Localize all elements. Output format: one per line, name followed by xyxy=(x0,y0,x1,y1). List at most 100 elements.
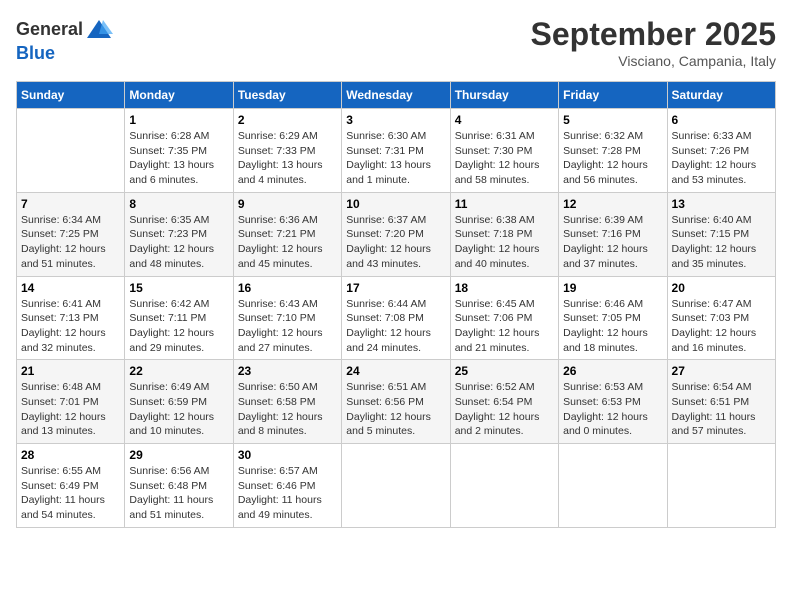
calendar-cell: 23 Sunrise: 6:50 AM Sunset: 6:58 PM Dayli… xyxy=(233,360,341,444)
calendar-cell: 5 Sunrise: 6:32 AM Sunset: 7:28 PM Daylig… xyxy=(559,109,667,193)
day-number: 6 xyxy=(672,113,771,127)
logo: General Blue xyxy=(16,16,113,64)
calendar-cell: 25 Sunrise: 6:52 AM Sunset: 6:54 PM Dayli… xyxy=(450,360,558,444)
day-info: Sunrise: 6:30 AM Sunset: 7:31 PM Dayligh… xyxy=(346,129,445,188)
day-info: Sunrise: 6:41 AM Sunset: 7:13 PM Dayligh… xyxy=(21,297,120,356)
calendar-cell: 7 Sunrise: 6:34 AM Sunset: 7:25 PM Daylig… xyxy=(17,192,125,276)
calendar-cell: 2Sunrise: 6:29 AM Sunset: 7:33 PM Daylig… xyxy=(233,109,341,193)
calendar-cell: 28Sunrise: 6:55 AM Sunset: 6:49 PM Dayli… xyxy=(17,444,125,528)
day-info: Sunrise: 6:53 AM Sunset: 6:53 PM Dayligh… xyxy=(563,380,662,439)
day-number: 2 xyxy=(238,113,337,127)
day-info: Sunrise: 6:54 AM Sunset: 6:51 PM Dayligh… xyxy=(672,380,771,439)
calendar-cell: 29 Sunrise: 6:56 AM Sunset: 6:48 PM Dayli… xyxy=(125,444,233,528)
day-number: 24 xyxy=(346,364,445,378)
day-info: Sunrise: 6:51 AM Sunset: 6:56 PM Dayligh… xyxy=(346,380,445,439)
day-number: 30 xyxy=(238,448,337,462)
calendar-cell: 10Sunrise: 6:37 AM Sunset: 7:20 PM Dayli… xyxy=(342,192,450,276)
day-number: 13 xyxy=(672,197,771,211)
day-info: Sunrise: 6:49 AM Sunset: 6:59 PM Dayligh… xyxy=(129,380,228,439)
calendar-cell: 6 Sunrise: 6:33 AM Sunset: 7:26 PM Daylig… xyxy=(667,109,775,193)
day-info: Sunrise: 6:55 AM Sunset: 6:49 PM Dayligh… xyxy=(21,464,120,523)
day-info: Sunrise: 6:42 AM Sunset: 7:11 PM Dayligh… xyxy=(129,297,228,356)
calendar-cell: 4 Sunrise: 6:31 AM Sunset: 7:30 PM Daylig… xyxy=(450,109,558,193)
day-info: Sunrise: 6:43 AM Sunset: 7:10 PM Dayligh… xyxy=(238,297,337,356)
calendar-cell: 30Sunrise: 6:57 AM Sunset: 6:46 PM Dayli… xyxy=(233,444,341,528)
day-info: Sunrise: 6:34 AM Sunset: 7:25 PM Dayligh… xyxy=(21,213,120,272)
day-number: 11 xyxy=(455,197,554,211)
day-number: 25 xyxy=(455,364,554,378)
calendar-cell: 21 Sunrise: 6:48 AM Sunset: 7:01 PM Dayli… xyxy=(17,360,125,444)
day-info: Sunrise: 6:48 AM Sunset: 7:01 PM Dayligh… xyxy=(21,380,120,439)
calendar-cell xyxy=(17,109,125,193)
weekday-header-sunday: Sunday xyxy=(17,82,125,109)
day-number: 29 xyxy=(129,448,228,462)
day-number: 16 xyxy=(238,281,337,295)
location: Visciano, Campania, Italy xyxy=(531,53,776,69)
calendar-week-row: 14 Sunrise: 6:41 AM Sunset: 7:13 PM Dayli… xyxy=(17,276,776,360)
calendar-cell xyxy=(559,444,667,528)
calendar-cell: 8Sunrise: 6:35 AM Sunset: 7:23 PM Daylig… xyxy=(125,192,233,276)
weekday-header-saturday: Saturday xyxy=(667,82,775,109)
day-info: Sunrise: 6:38 AM Sunset: 7:18 PM Dayligh… xyxy=(455,213,554,272)
day-number: 5 xyxy=(563,113,662,127)
day-number: 26 xyxy=(563,364,662,378)
weekday-header-tuesday: Tuesday xyxy=(233,82,341,109)
logo-general: General xyxy=(16,20,83,40)
calendar-cell: 24 Sunrise: 6:51 AM Sunset: 6:56 PM Dayli… xyxy=(342,360,450,444)
day-number: 27 xyxy=(672,364,771,378)
title-block: September 2025 Visciano, Campania, Italy xyxy=(531,16,776,69)
day-info: Sunrise: 6:50 AM Sunset: 6:58 PM Dayligh… xyxy=(238,380,337,439)
calendar-cell: 19 Sunrise: 6:46 AM Sunset: 7:05 PM Dayli… xyxy=(559,276,667,360)
day-number: 9 xyxy=(238,197,337,211)
day-info: Sunrise: 6:40 AM Sunset: 7:15 PM Dayligh… xyxy=(672,213,771,272)
calendar-cell: 9 Sunrise: 6:36 AM Sunset: 7:21 PM Daylig… xyxy=(233,192,341,276)
calendar-cell: 15Sunrise: 6:42 AM Sunset: 7:11 PM Dayli… xyxy=(125,276,233,360)
day-number: 17 xyxy=(346,281,445,295)
weekday-header-row: SundayMondayTuesdayWednesdayThursdayFrid… xyxy=(17,82,776,109)
calendar-cell xyxy=(450,444,558,528)
day-info: Sunrise: 6:46 AM Sunset: 7:05 PM Dayligh… xyxy=(563,297,662,356)
calendar-cell: 12 Sunrise: 6:39 AM Sunset: 7:16 PM Dayli… xyxy=(559,192,667,276)
day-number: 12 xyxy=(563,197,662,211)
calendar-cell: 1 Sunrise: 6:28 AM Sunset: 7:35 PM Daylig… xyxy=(125,109,233,193)
month-title: September 2025 xyxy=(531,16,776,53)
day-number: 18 xyxy=(455,281,554,295)
calendar-cell: 26 Sunrise: 6:53 AM Sunset: 6:53 PM Dayli… xyxy=(559,360,667,444)
day-info: Sunrise: 6:39 AM Sunset: 7:16 PM Dayligh… xyxy=(563,213,662,272)
day-info: Sunrise: 6:31 AM Sunset: 7:30 PM Dayligh… xyxy=(455,129,554,188)
logo-blue: Blue xyxy=(16,44,113,64)
day-number: 19 xyxy=(563,281,662,295)
day-number: 1 xyxy=(129,113,228,127)
day-number: 23 xyxy=(238,364,337,378)
day-info: Sunrise: 6:47 AM Sunset: 7:03 PM Dayligh… xyxy=(672,297,771,356)
logo-icon xyxy=(85,16,113,44)
page-header: General Blue September 2025 Visciano, Ca… xyxy=(16,16,776,69)
day-number: 21 xyxy=(21,364,120,378)
day-number: 4 xyxy=(455,113,554,127)
day-info: Sunrise: 6:28 AM Sunset: 7:35 PM Dayligh… xyxy=(129,129,228,188)
calendar-cell: 17Sunrise: 6:44 AM Sunset: 7:08 PM Dayli… xyxy=(342,276,450,360)
calendar-week-row: 7 Sunrise: 6:34 AM Sunset: 7:25 PM Daylig… xyxy=(17,192,776,276)
day-info: Sunrise: 6:36 AM Sunset: 7:21 PM Dayligh… xyxy=(238,213,337,272)
calendar-cell xyxy=(342,444,450,528)
weekday-header-wednesday: Wednesday xyxy=(342,82,450,109)
day-number: 7 xyxy=(21,197,120,211)
weekday-header-friday: Friday xyxy=(559,82,667,109)
day-info: Sunrise: 6:56 AM Sunset: 6:48 PM Dayligh… xyxy=(129,464,228,523)
calendar-week-row: 28Sunrise: 6:55 AM Sunset: 6:49 PM Dayli… xyxy=(17,444,776,528)
day-number: 10 xyxy=(346,197,445,211)
calendar-cell: 3 Sunrise: 6:30 AM Sunset: 7:31 PM Daylig… xyxy=(342,109,450,193)
calendar-cell: 20 Sunrise: 6:47 AM Sunset: 7:03 PM Dayli… xyxy=(667,276,775,360)
day-number: 20 xyxy=(672,281,771,295)
day-number: 14 xyxy=(21,281,120,295)
calendar-cell: 14 Sunrise: 6:41 AM Sunset: 7:13 PM Dayli… xyxy=(17,276,125,360)
day-info: Sunrise: 6:32 AM Sunset: 7:28 PM Dayligh… xyxy=(563,129,662,188)
day-info: Sunrise: 6:45 AM Sunset: 7:06 PM Dayligh… xyxy=(455,297,554,356)
calendar-week-row: 1 Sunrise: 6:28 AM Sunset: 7:35 PM Daylig… xyxy=(17,109,776,193)
weekday-header-monday: Monday xyxy=(125,82,233,109)
day-number: 3 xyxy=(346,113,445,127)
day-info: Sunrise: 6:33 AM Sunset: 7:26 PM Dayligh… xyxy=(672,129,771,188)
day-info: Sunrise: 6:52 AM Sunset: 6:54 PM Dayligh… xyxy=(455,380,554,439)
calendar-cell: 27 Sunrise: 6:54 AM Sunset: 6:51 PM Dayli… xyxy=(667,360,775,444)
calendar-cell: 22Sunrise: 6:49 AM Sunset: 6:59 PM Dayli… xyxy=(125,360,233,444)
